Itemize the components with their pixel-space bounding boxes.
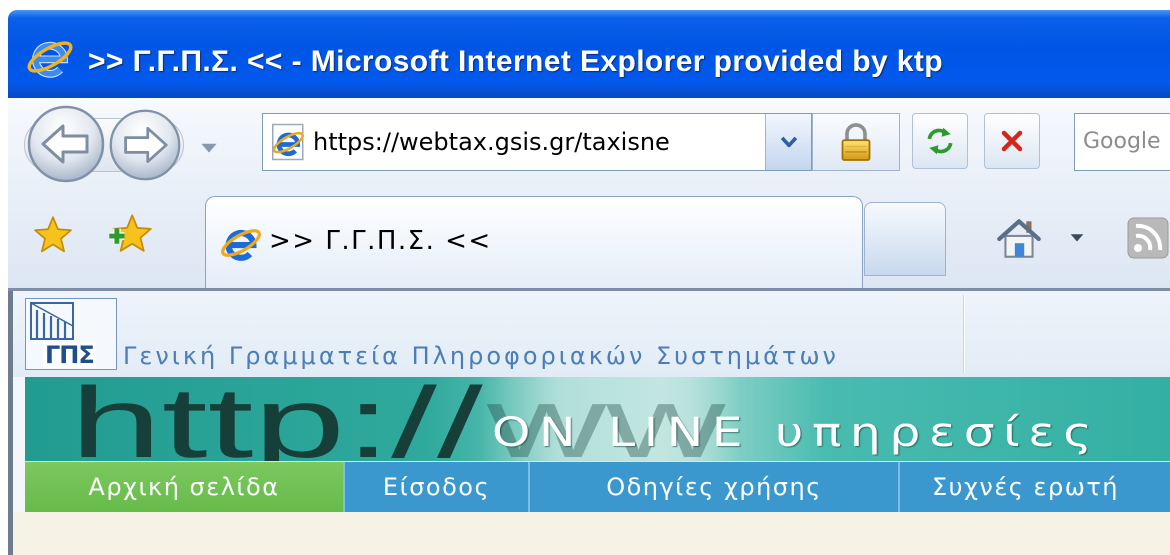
window-title: >> Γ.Γ.Π.Σ. << - Microsoft Internet Expl… [88,45,943,78]
page-left-margin [13,377,25,512]
chevron-down-icon [780,136,797,148]
ie-logo-icon [219,221,263,265]
url-field[interactable] [313,114,765,170]
add-favorites-icon [109,214,152,252]
nav-instructions[interactable]: Οδηγίες χρήσης [530,462,900,512]
search-input[interactable] [1083,114,1170,170]
logo-text: ΓΠΣ [43,341,96,369]
tab-active[interactable]: >> Γ.Γ.Π.Σ. << [205,196,863,290]
address-dropdown-button[interactable] [765,114,811,170]
page-content-area [13,512,1170,555]
ie-logo-icon [25,32,75,82]
favorites-star-icon [34,216,72,253]
back-arrow-icon [27,105,105,183]
feeds-button[interactable] [1126,216,1170,260]
dropdown-arrow-icon [1070,234,1084,242]
refresh-icon [927,127,953,155]
site-header: ΓΠΣ Γενική Γραμματεία Πληροφοριακών Συστ… [13,291,1170,377]
rss-feed-icon [1127,217,1169,259]
home-button[interactable] [994,213,1044,263]
lock-icon [841,123,871,161]
nav-login[interactable]: Είσοδος [345,462,530,512]
nav-faq[interactable]: Συχνές ερωτή [900,462,1170,512]
forward-arrow-icon [109,109,181,181]
nav-faq-label: Συχνές ερωτή [932,473,1119,501]
nav-instructions-label: Οδηγίες χρήσης [606,473,822,501]
site-nav: Αρχική σελίδα Είσοδος Οδηγίες χρήσης Συχ… [25,461,1170,512]
favorites-center-button[interactable] [32,214,74,256]
add-to-favorites-button[interactable] [106,212,154,258]
security-report-button[interactable] [812,113,900,171]
stop-icon [1001,130,1023,152]
search-box[interactable] [1074,113,1170,171]
refresh-button[interactable] [912,113,968,169]
window-title-bar[interactable]: >> Γ.Γ.Π.Σ. << - Microsoft Internet Expl… [8,10,1170,98]
nav-home-label: Αρχική σελίδα [88,473,280,501]
address-bar[interactable] [262,113,812,171]
home-dropdown[interactable] [1068,228,1086,246]
back-button[interactable] [26,104,106,184]
nav-home[interactable]: Αρχική σελίδα [25,462,345,512]
stop-button[interactable] [984,113,1040,169]
banner-title: ON LINE υπηρεσίες [492,410,1101,456]
header-divider [963,295,965,373]
site-banner: http:// ww ON LINE υπηρεσίες [25,377,1170,461]
recent-pages-dropdown[interactable] [198,136,220,158]
page-icon [269,122,309,162]
banner-url-text: http:// [70,377,483,461]
new-tab-button[interactable] [864,202,946,276]
gsis-logo[interactable]: ΓΠΣ [25,298,117,370]
tab-label: >> Γ.Γ.Π.Σ. << [269,226,492,256]
dropdown-arrow-icon [201,143,217,153]
organization-name[interactable]: Γενική Γραμματεία Πληροφοριακών Συστημάτ… [123,341,839,371]
nav-login-label: Είσοδος [382,473,491,501]
home-icon [997,219,1041,258]
forward-button[interactable] [108,108,182,182]
